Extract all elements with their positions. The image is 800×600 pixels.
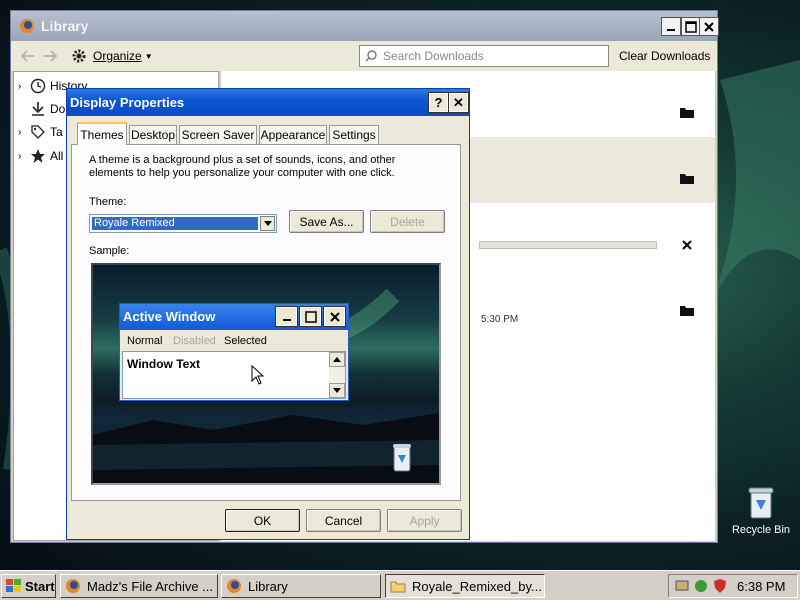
tab-screen-saver[interactable]: Screen Saver (179, 125, 257, 144)
sample-minimize-icon (275, 306, 298, 327)
start-button[interactable]: Start (1, 574, 56, 598)
sidebar-item-label: Do (50, 102, 66, 116)
close-icon (704, 21, 714, 32)
dialog-close-button[interactable]: ✕ (448, 92, 469, 113)
library-title-bar[interactable]: Library (11, 11, 719, 41)
taskbar-item-label: Royale_Remixed_by... (412, 578, 542, 594)
close-button[interactable] (699, 17, 719, 36)
sample-menu-normal: Normal (127, 335, 163, 347)
sidebar-item-all-bookmarks[interactable]: › All (18, 146, 63, 166)
recycle-bin-desktop-icon[interactable]: Recycle Bin (726, 486, 796, 542)
search-icon (365, 50, 377, 62)
sample-scrollbar (329, 352, 345, 398)
chevron-down-icon: ▼ (144, 51, 153, 61)
security-icon[interactable] (693, 578, 709, 594)
sidebar-item-label: All (50, 149, 64, 163)
cancel-button[interactable]: Cancel (306, 509, 381, 532)
recycle-bin-icon (393, 444, 411, 472)
sample-close-icon (323, 306, 346, 327)
cancel-download-icon[interactable] (681, 239, 693, 251)
clear-downloads-button[interactable]: Clear Downloads (619, 49, 710, 63)
sample-menu-selected: Selected (224, 335, 267, 347)
tab-desktop[interactable]: Desktop (129, 125, 177, 144)
theme-label: Theme: (89, 196, 127, 208)
sample-window-text: Window Text (127, 357, 200, 371)
tab-settings[interactable]: Settings (329, 125, 379, 144)
windows-logo-icon (6, 579, 21, 592)
taskbar-item-file-archive[interactable]: Madz's File Archive ... (60, 574, 218, 598)
taskbar: Start Madz's File Archive ... Library Ro… (0, 570, 800, 600)
taskbar-item-label: Madz's File Archive ... (87, 578, 214, 594)
library-toolbar: Organize ▼ Search Downloads Clear Downlo… (11, 41, 717, 71)
forward-arrow-icon[interactable] (43, 49, 59, 63)
save-as-button[interactable]: Save As... (289, 210, 364, 233)
shield-icon[interactable] (712, 578, 728, 594)
sidebar-item-tags[interactable]: › Ta (18, 122, 63, 142)
back-arrow-icon[interactable] (19, 49, 35, 63)
clock-icon (30, 78, 46, 94)
theme-select[interactable]: Royale Remixed (89, 214, 277, 233)
clock: 6:38 PM (737, 579, 786, 594)
firefox-icon (227, 579, 241, 593)
minimize-icon (667, 28, 675, 31)
download-time: 5:30 PM (481, 314, 519, 325)
recycle-bin-label: Recycle Bin (731, 524, 791, 536)
expand-arrow-icon[interactable]: › (18, 127, 30, 138)
sample-maximize-icon (299, 306, 322, 327)
firefox-icon (66, 579, 80, 593)
organize-label: Organize (93, 49, 142, 63)
download-icon (32, 102, 44, 116)
gear-icon (72, 49, 86, 63)
ok-button[interactable]: OK (225, 509, 300, 532)
firefox-icon (20, 19, 34, 33)
network-icon[interactable] (674, 578, 690, 594)
sample-active-window: Active Window Normal Disabled Selected W… (119, 303, 349, 401)
sample-label: Sample: (89, 245, 130, 257)
maximize-button[interactable] (681, 17, 701, 36)
chevron-down-icon (263, 221, 272, 226)
progress-bar (479, 241, 657, 249)
taskbar-item-label: Library (248, 578, 288, 594)
taskbar-item-royale-remixed[interactable]: Royale_Remixed_by... (385, 574, 545, 598)
display-properties-dialog: Display Properties ? ✕ Themes Desktop Sc… (66, 88, 470, 540)
library-title: Library (41, 18, 89, 34)
sample-window-title: Active Window (123, 309, 216, 324)
sidebar-item-label: Ta (50, 125, 63, 139)
expand-arrow-icon[interactable]: › (18, 151, 30, 162)
sample-title-bar: Active Window (120, 304, 348, 330)
dialog-title-bar[interactable]: Display Properties ? ✕ (67, 89, 469, 116)
tab-themes[interactable]: Themes (77, 122, 127, 145)
dropdown-button[interactable] (260, 216, 275, 231)
folder-icon[interactable] (679, 105, 695, 119)
scroll-up-icon (333, 357, 341, 362)
search-placeholder: Search Downloads (383, 49, 484, 63)
theme-description: A theme is a background plus a set of so… (89, 154, 396, 179)
star-icon (31, 149, 45, 163)
minimize-button[interactable] (661, 17, 681, 36)
dialog-title: Display Properties (70, 95, 185, 110)
tab-appearance[interactable]: Appearance (259, 125, 327, 144)
sidebar-item-downloads[interactable]: Do (18, 99, 65, 119)
sample-menu-disabled: Disabled (173, 335, 216, 347)
recycle-bin-icon (748, 487, 774, 519)
mouse-cursor-icon (251, 365, 265, 385)
start-label: Start (25, 578, 55, 594)
tag-icon (31, 125, 45, 139)
taskbar-item-library[interactable]: Library (221, 574, 381, 598)
organize-menu[interactable]: Organize ▼ (71, 46, 153, 66)
folder-icon (390, 581, 406, 593)
scroll-down-icon (333, 388, 341, 393)
help-button[interactable]: ? (428, 92, 449, 113)
delete-button[interactable]: Delete (370, 210, 445, 233)
expand-arrow-icon[interactable]: › (18, 81, 30, 92)
theme-select-value: Royale Remixed (92, 217, 258, 230)
folder-icon[interactable] (679, 171, 695, 185)
maximize-icon (685, 20, 697, 33)
search-input[interactable]: Search Downloads (359, 45, 609, 67)
apply-button[interactable]: Apply (387, 509, 462, 532)
sample-window-text-area: Window Text (122, 351, 346, 399)
folder-icon[interactable] (679, 303, 695, 317)
system-tray: 6:38 PM (668, 574, 798, 598)
